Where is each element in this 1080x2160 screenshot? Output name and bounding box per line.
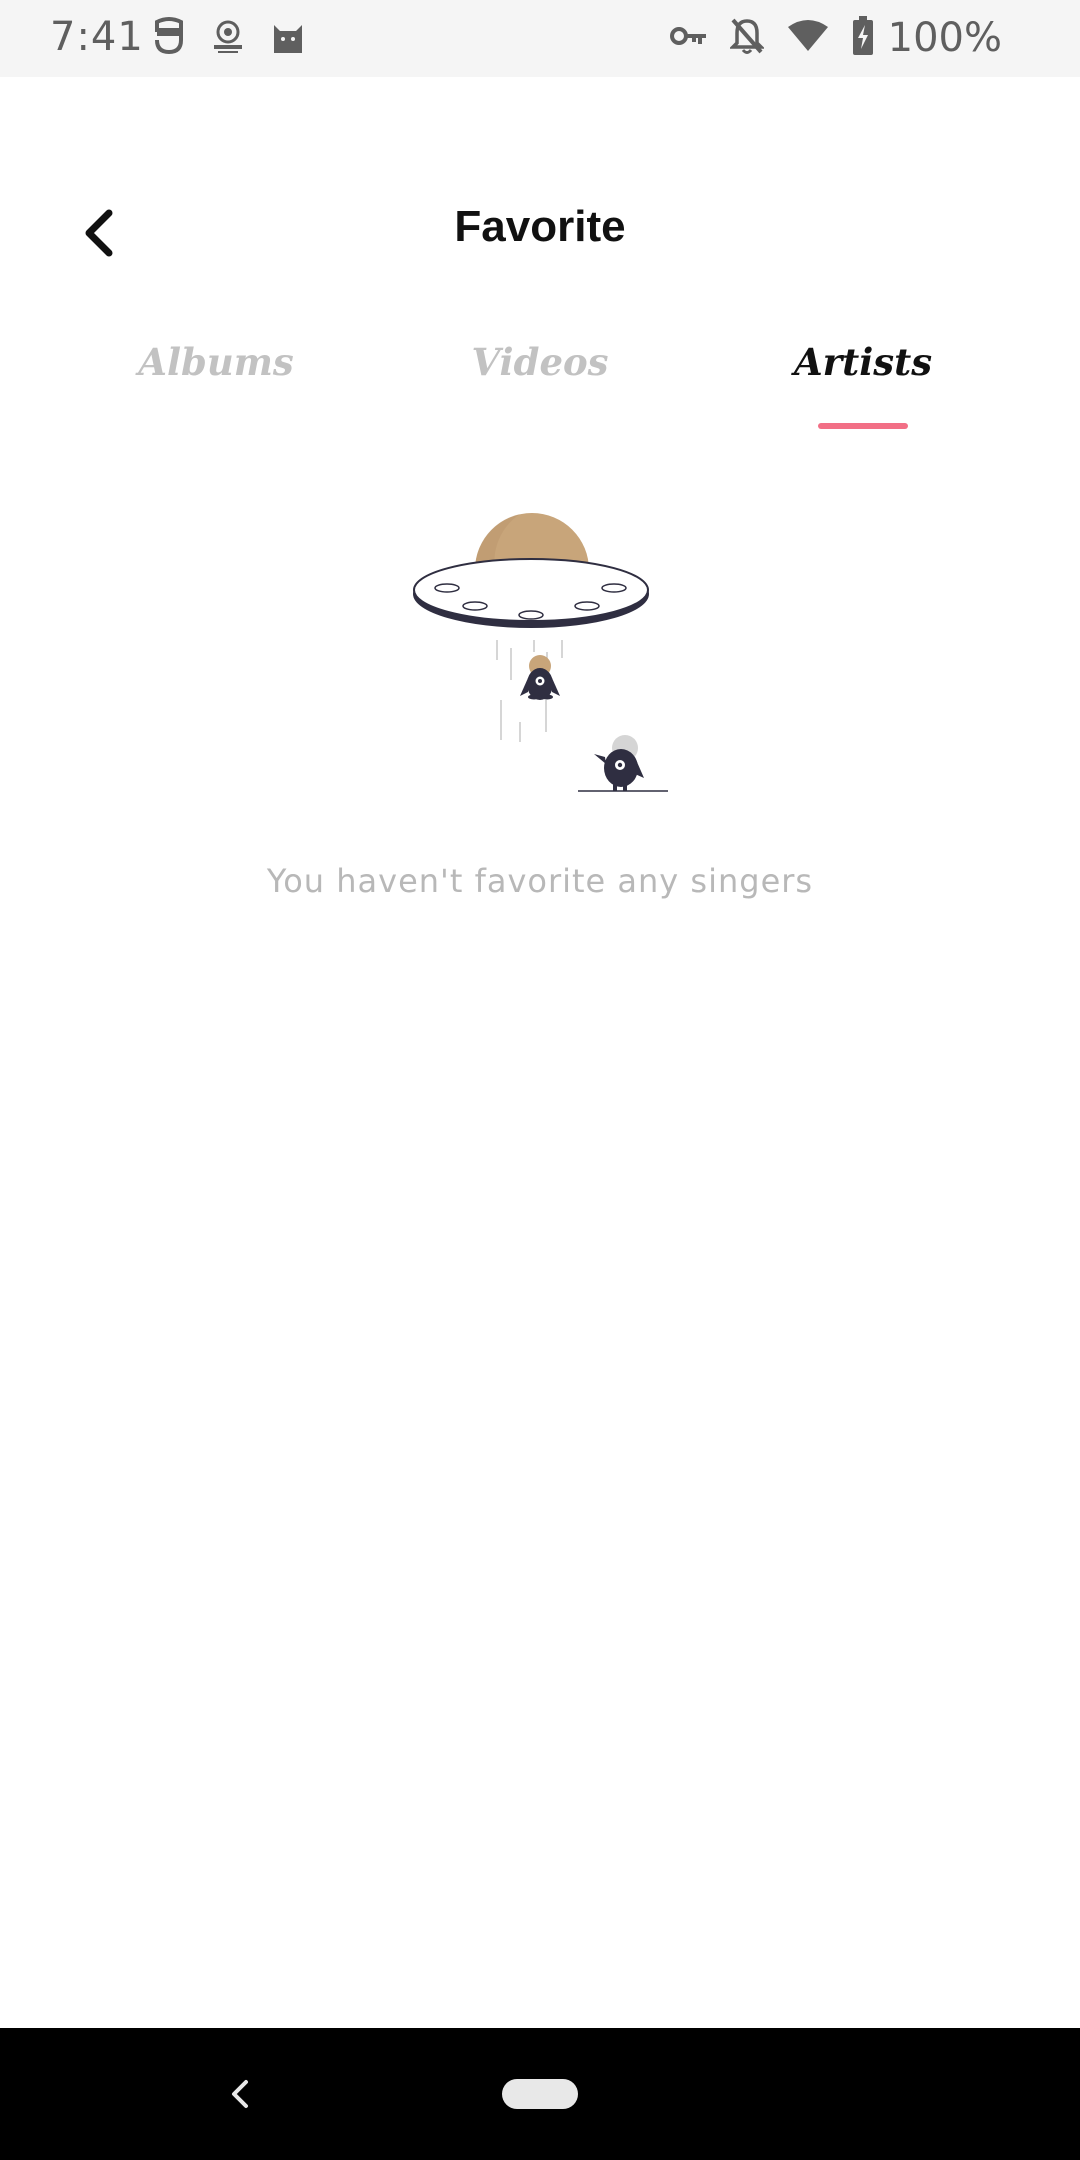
mask-icon	[152, 16, 186, 61]
page-title: Favorite	[454, 202, 626, 251]
nav-home-pill[interactable]	[502, 2079, 578, 2109]
status-time: 7:41	[50, 14, 144, 60]
badge-logo-icon	[210, 18, 246, 59]
bell-off-icon	[728, 17, 765, 60]
battery-charging-icon	[852, 15, 874, 61]
vpn-key-icon	[669, 24, 708, 53]
app-header: Favorite	[0, 180, 1080, 280]
favorite-tabs: Albums Videos Artists	[0, 330, 1080, 440]
favorite-screen: 7:41 100% Favorite Albums Videos Artists…	[0, 0, 1080, 2160]
cat-icon	[270, 17, 306, 60]
status-notification-icons	[152, 16, 306, 60]
system-nav-bar	[0, 2028, 1080, 2160]
nav-back-icon	[222, 2080, 262, 2118]
active-tab-indicator	[818, 423, 908, 429]
tab-artists[interactable]: Artists	[743, 340, 983, 384]
tab-videos[interactable]: Videos	[420, 340, 660, 384]
nav-back-button[interactable]	[222, 2074, 262, 2114]
empty-state-message: You haven't favorite any singers	[266, 862, 814, 900]
wifi-icon	[786, 19, 830, 58]
tab-albums[interactable]: Albums	[96, 340, 336, 384]
status-system-icons: 100%	[669, 14, 1002, 62]
status-bar: 7:41 100%	[0, 0, 1080, 77]
battery-percentage: 100%	[887, 15, 1002, 61]
ufo-abduction-illustration	[400, 500, 680, 810]
